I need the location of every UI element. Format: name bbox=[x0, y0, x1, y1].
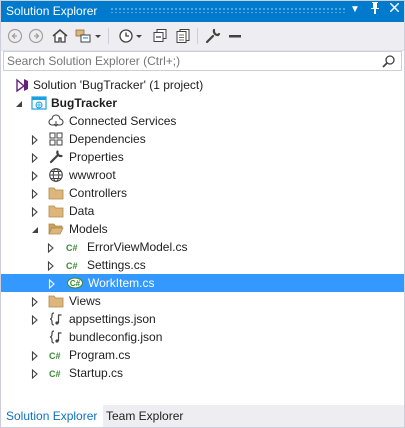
pin-icon[interactable] bbox=[367, 2, 383, 18]
tree-item-label: Controllers bbox=[69, 186, 128, 200]
collapsed-arrow-icon[interactable] bbox=[30, 134, 40, 146]
tree-item[interactable]: BugTracker bbox=[0, 94, 403, 112]
tree-item-label: WorkItem.cs bbox=[88, 276, 155, 290]
expanded-arrow-icon[interactable] bbox=[30, 224, 40, 234]
tree-item[interactable]: Models bbox=[0, 220, 403, 238]
csharp-file-icon: C# bbox=[48, 365, 64, 381]
tree-item-label: appsettings.json bbox=[69, 312, 156, 326]
tree-item-label: bundleconfig.json bbox=[69, 330, 163, 344]
csharp-file-icon: C# bbox=[48, 347, 64, 363]
tree-item-label: Data bbox=[69, 204, 95, 218]
properties-icon[interactable] bbox=[203, 26, 223, 46]
collapsed-arrow-icon[interactable] bbox=[47, 278, 57, 290]
tree-item-label: wwwroot bbox=[69, 168, 116, 182]
connected-services-icon bbox=[48, 113, 64, 129]
tree-item[interactable]: C# WorkItem.cs bbox=[1, 274, 404, 292]
history-icon[interactable] bbox=[116, 26, 146, 46]
back-icon[interactable] bbox=[6, 26, 24, 46]
bottom-tab-bar: Solution Explorer Team Explorer bbox=[0, 405, 405, 428]
dependencies-icon bbox=[48, 131, 64, 147]
collapsed-arrow-icon[interactable] bbox=[30, 296, 40, 308]
globe-icon bbox=[48, 167, 64, 183]
show-all-files-icon[interactable] bbox=[173, 26, 193, 46]
folder-icon bbox=[48, 203, 64, 219]
svg-text:C#: C# bbox=[66, 243, 78, 253]
collapsed-arrow-icon[interactable] bbox=[30, 368, 40, 380]
svg-text:C#: C# bbox=[49, 369, 61, 379]
folder-icon bbox=[48, 185, 64, 201]
collapsed-arrow-icon[interactable] bbox=[30, 314, 40, 326]
tree-item[interactable]: C# Startup.cs bbox=[0, 364, 403, 382]
tree-item-label: Startup.cs bbox=[69, 366, 124, 380]
tree-item[interactable]: C# ErrorViewModel.cs bbox=[0, 238, 403, 256]
tree-item-label: Solution 'BugTracker' (1 project) bbox=[33, 78, 204, 92]
tree-item-label: Properties bbox=[69, 150, 124, 164]
title-bar: Solution Explorer ▼ bbox=[0, 0, 405, 22]
folder-icon bbox=[48, 293, 64, 309]
tree-item-label: Settings.cs bbox=[87, 258, 146, 272]
tree-item[interactable]: Views bbox=[0, 292, 403, 310]
tree-item[interactable]: Solution 'BugTracker' (1 project) bbox=[0, 76, 403, 94]
forward-icon[interactable] bbox=[27, 26, 45, 46]
search-icon[interactable] bbox=[381, 54, 397, 71]
drag-grip[interactable] bbox=[110, 7, 345, 13]
tree-item[interactable]: Properties bbox=[0, 148, 403, 166]
web-project-icon bbox=[31, 95, 47, 111]
tree-item[interactable]: appsettings.json bbox=[0, 310, 403, 328]
toolbar-separator bbox=[108, 28, 109, 44]
window-title: Solution Explorer bbox=[6, 4, 98, 18]
search-box[interactable] bbox=[3, 51, 402, 71]
collapsed-arrow-icon[interactable] bbox=[30, 170, 40, 182]
toolbar bbox=[0, 22, 405, 51]
tab-solution-explorer[interactable]: Solution Explorer bbox=[0, 405, 104, 427]
csharp-file-icon: C# bbox=[65, 239, 81, 255]
svg-text:C#: C# bbox=[49, 351, 61, 361]
tree-item-label: BugTracker bbox=[51, 96, 118, 110]
json-file-icon bbox=[48, 329, 64, 345]
tree-item-label: Dependencies bbox=[69, 132, 146, 146]
folder-open-icon bbox=[48, 221, 64, 237]
tree-item[interactable]: Controllers bbox=[0, 184, 403, 202]
tree-item-label: Models bbox=[69, 222, 108, 236]
dropdown-icon[interactable]: ▼ bbox=[347, 2, 363, 18]
tree-item-label: Views bbox=[69, 294, 101, 308]
expanded-arrow-icon[interactable] bbox=[14, 98, 24, 108]
collapsed-arrow-icon[interactable] bbox=[46, 242, 56, 254]
tree-item[interactable]: Data bbox=[0, 202, 403, 220]
collapse-all-icon[interactable] bbox=[150, 26, 170, 46]
search-input[interactable] bbox=[7, 53, 377, 69]
tree-item[interactable]: bundleconfig.json bbox=[0, 328, 403, 346]
tree-item[interactable]: Connected Services bbox=[0, 112, 403, 130]
switch-views-icon[interactable] bbox=[73, 26, 103, 46]
json-file-icon bbox=[48, 311, 64, 327]
collapsed-arrow-icon[interactable] bbox=[30, 350, 40, 362]
tree-item-label: Program.cs bbox=[69, 348, 131, 362]
toolbar-separator bbox=[197, 28, 198, 44]
csharp-file-icon: C# bbox=[65, 257, 81, 273]
tab-team-explorer[interactable]: Team Explorer bbox=[100, 405, 189, 427]
collapsed-arrow-icon[interactable] bbox=[30, 152, 40, 164]
preview-icon[interactable] bbox=[226, 26, 244, 46]
solution-icon bbox=[14, 77, 30, 93]
collapsed-arrow-icon[interactable] bbox=[46, 260, 56, 272]
tree-item[interactable]: C# Settings.cs bbox=[0, 256, 403, 274]
tree-item-label: Connected Services bbox=[69, 114, 177, 128]
close-icon[interactable] bbox=[386, 2, 402, 18]
csharp-file-icon: C# bbox=[66, 275, 83, 291]
tree-item[interactable]: Dependencies bbox=[0, 130, 403, 148]
tree-item-label: ErrorViewModel.cs bbox=[87, 240, 188, 254]
wrench-icon bbox=[48, 149, 64, 165]
tree-item[interactable]: C# Program.cs bbox=[0, 346, 403, 364]
svg-text:C#: C# bbox=[70, 279, 81, 288]
home-icon[interactable] bbox=[50, 26, 70, 46]
collapsed-arrow-icon[interactable] bbox=[30, 188, 40, 200]
collapsed-arrow-icon[interactable] bbox=[30, 206, 40, 218]
tree-item[interactable]: wwwroot bbox=[0, 166, 403, 184]
svg-text:C#: C# bbox=[66, 261, 78, 271]
